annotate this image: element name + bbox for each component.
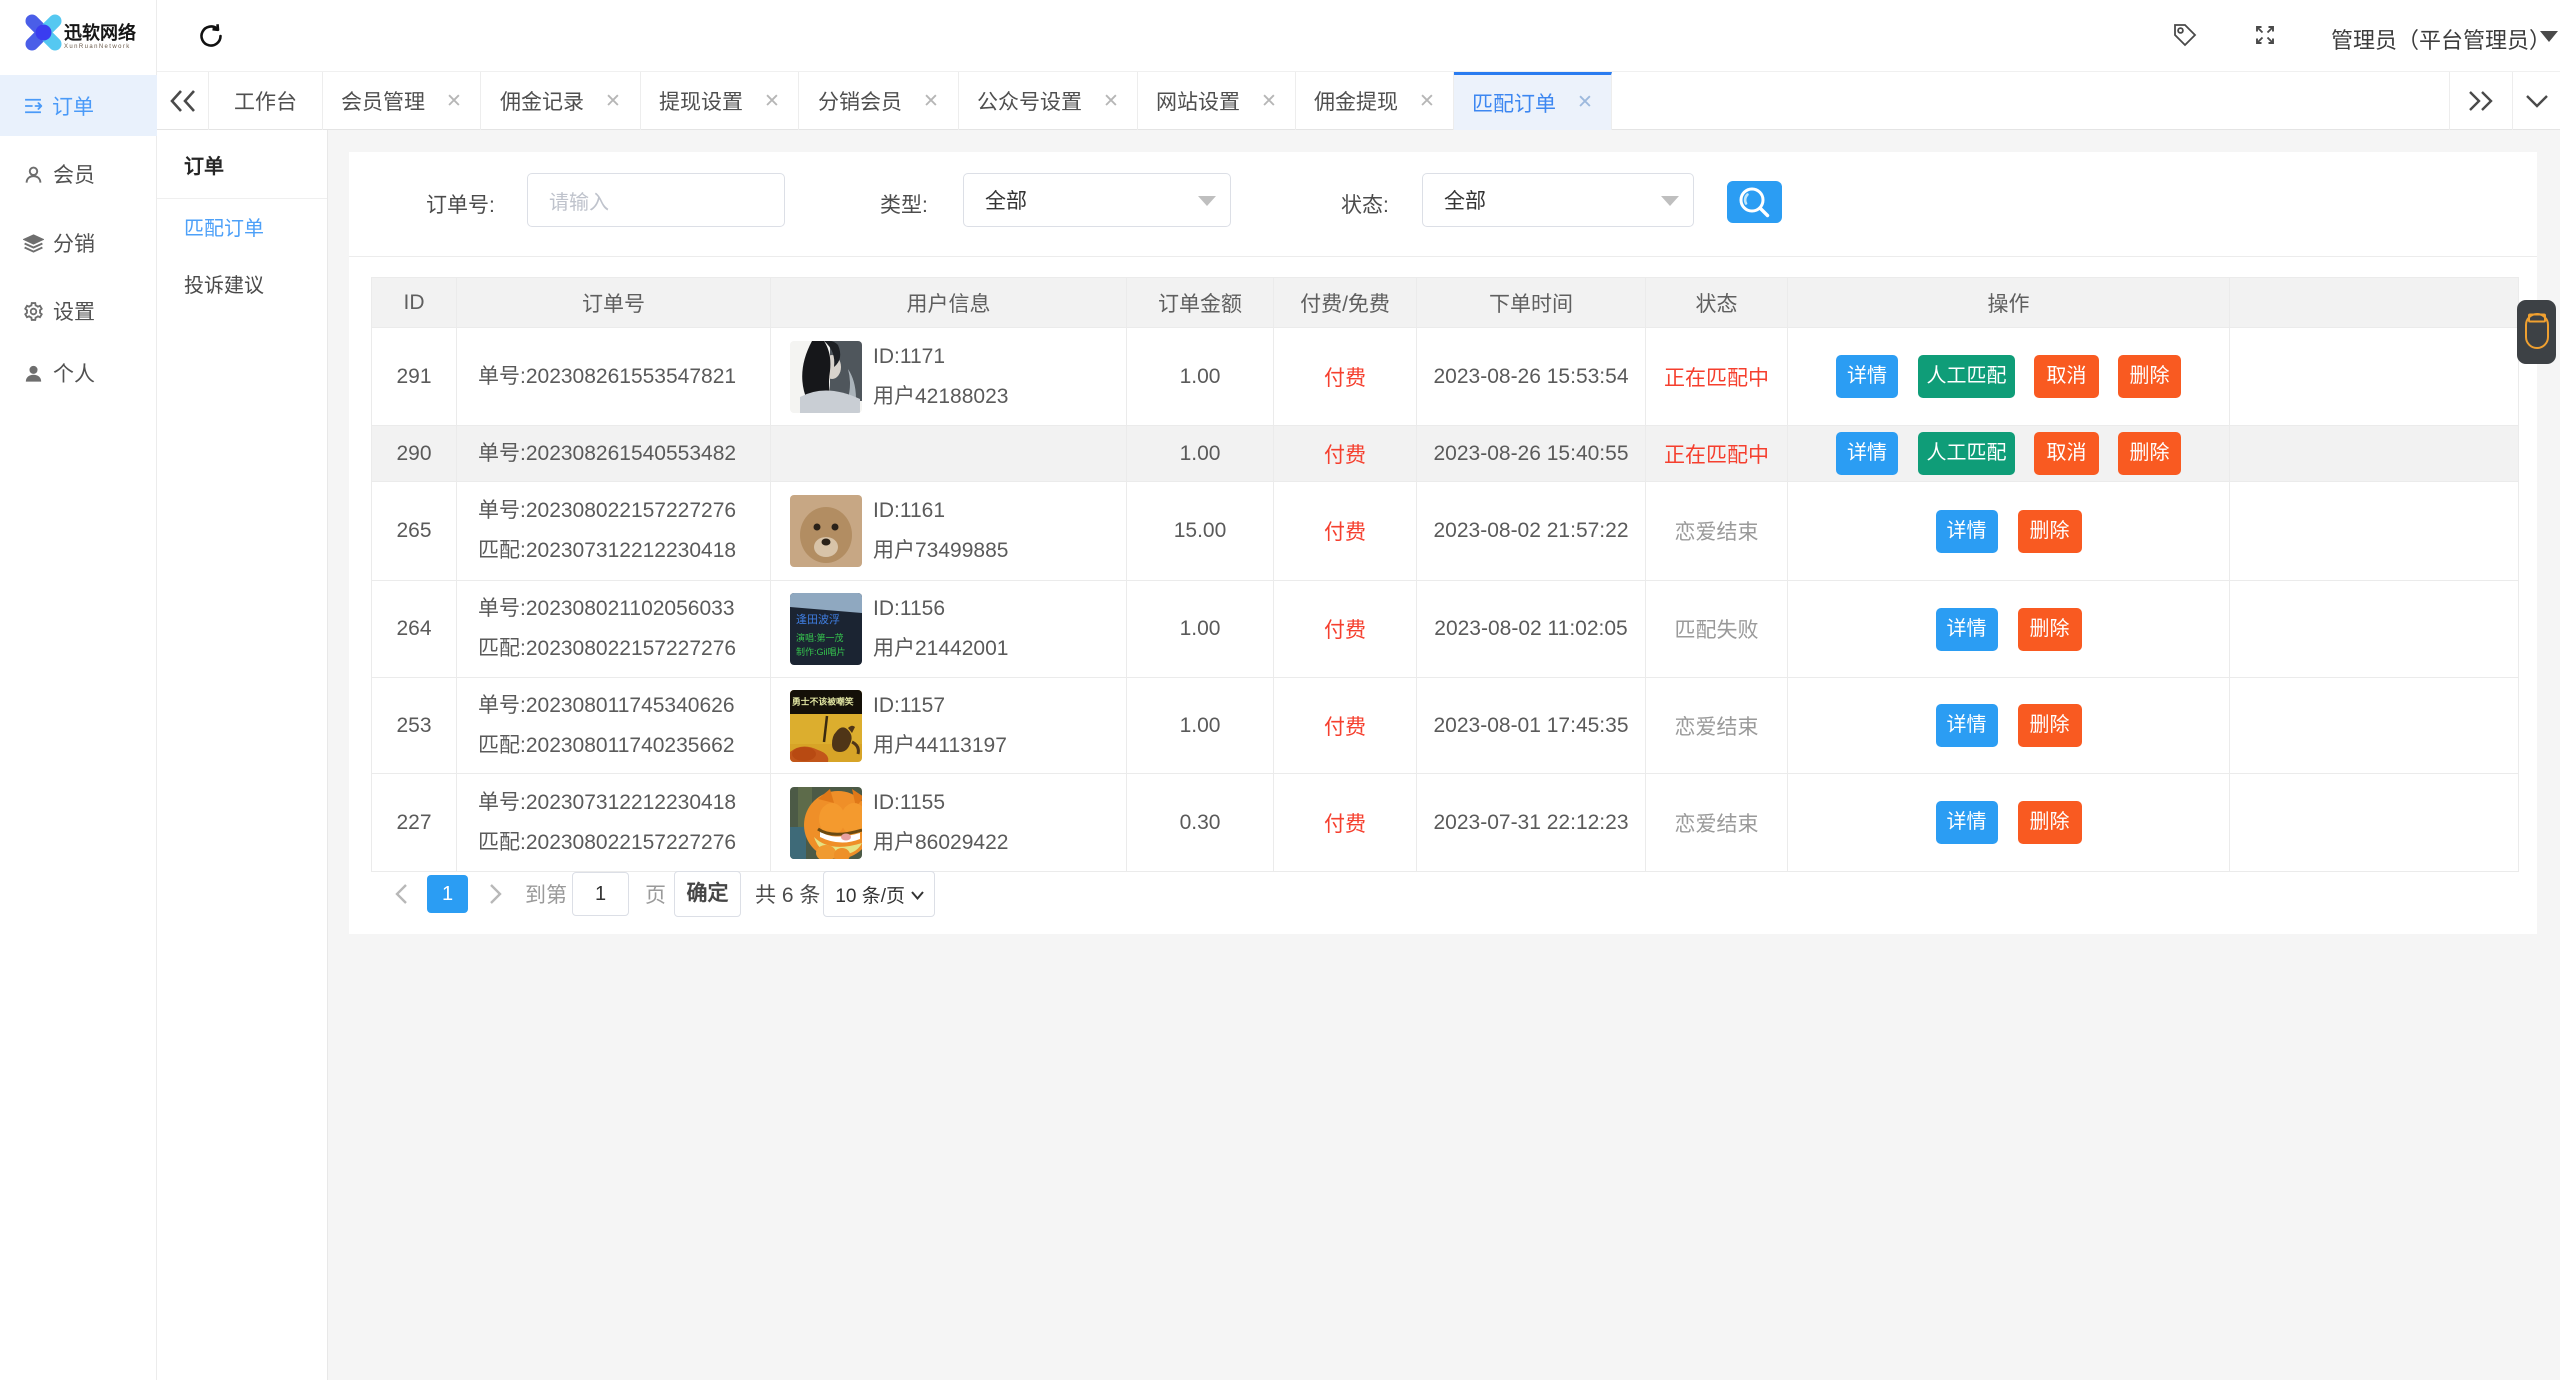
svg-text:迅软网络: 迅软网络 [64,22,136,43]
svg-text:制作:Gil唱片: 制作:Gil唱片 [796,646,846,657]
svg-text:XunRuanNetwork: XunRuanNetwork [64,44,131,50]
svg-text:勇士不该被嘲笑: 勇士不该被嘲笑 [792,695,854,706]
svg-text:演唱:第一茂: 演唱:第一茂 [796,632,844,643]
svg-text:逢田波浮: 逢田波浮 [796,613,840,626]
